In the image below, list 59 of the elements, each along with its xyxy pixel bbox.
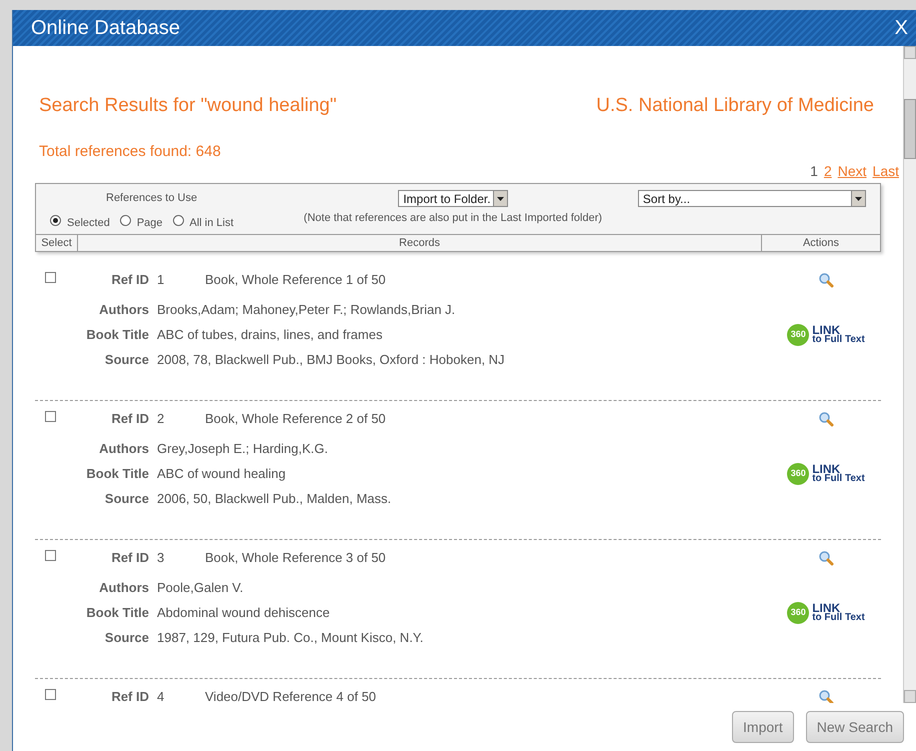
field-value: Grey,Joseph E.; Harding,K.G. xyxy=(157,440,328,458)
field-value: 2008, 78, Blackwell Pub., BMJ Books, Oxford : Hoboken, NJ xyxy=(157,350,505,369)
search-icon[interactable] xyxy=(818,550,834,566)
ref-id: 2 xyxy=(157,410,166,428)
caret-icon xyxy=(855,196,862,200)
reference-type: Video/DVD Reference 4 of 50 xyxy=(205,688,376,703)
field-value: Brooks,Adam; Mahoney,Peter F.; Rowlands,Brian J. xyxy=(157,300,456,319)
sort-dropdown[interactable]: Sort by... xyxy=(638,190,866,207)
field-label: Authors xyxy=(98,440,149,458)
close-button[interactable]: X xyxy=(894,13,908,43)
ref-id: 4 xyxy=(157,688,166,703)
search-icon[interactable] xyxy=(818,689,834,703)
action-button[interactable]: Import xyxy=(732,711,794,743)
column-header: Records xyxy=(78,235,762,251)
window-title: Online Database xyxy=(31,16,180,41)
column-header: Actions xyxy=(802,236,840,251)
results-heading: Search Results for "wound healing" xyxy=(39,94,337,118)
field-label: Source xyxy=(104,350,149,369)
field-label: Book Title xyxy=(85,464,149,483)
field-label: Ref ID xyxy=(110,549,149,568)
field-value: Poole,Galen V. xyxy=(157,578,244,597)
field-value: ABC of wound healing xyxy=(157,464,286,483)
reference-type: Book, Whole Reference 2 of 50 xyxy=(205,410,386,428)
reference-type: Book, Whole Reference 1 of 50 xyxy=(205,271,386,290)
ref-id: 1 xyxy=(157,271,166,290)
field-label: Authors xyxy=(98,578,149,597)
database-name: U.S. National Library of Medicine xyxy=(596,94,875,118)
field-value: ABC of tubes, drains, lines, and frames xyxy=(157,326,382,344)
column-header: Select xyxy=(36,235,78,251)
field-label: Source xyxy=(104,490,149,508)
field-label: Book Title xyxy=(85,604,149,622)
reference-type: Book, Whole Reference 3 of 50 xyxy=(205,549,386,568)
checkbox[interactable] xyxy=(45,272,56,283)
ref-id: 3 xyxy=(157,549,166,568)
total-count: Total references found: 648 xyxy=(39,142,221,160)
field-label: Ref ID xyxy=(110,271,149,290)
import-note: (Note that references are also put in the Last Imported folder) xyxy=(304,211,602,226)
radio-option[interactable]: Page xyxy=(120,210,163,231)
field-value: 2006, 50, Blackwell Pub., Malden, Mass. xyxy=(157,490,392,508)
field-label: Book Title xyxy=(85,326,149,344)
folder-dropdown[interactable]: Import to Folder. xyxy=(398,190,508,207)
field-label: Ref ID xyxy=(110,688,149,703)
field-label: Source xyxy=(104,628,149,647)
page-link[interactable]: 1 xyxy=(810,161,818,182)
references-label: References to Use xyxy=(106,191,198,206)
scrollbar[interactable] xyxy=(903,46,916,703)
search-icon[interactable] xyxy=(818,411,834,427)
radio-option[interactable]: Selected xyxy=(50,210,110,231)
field-value: Abdominal wound dehiscence xyxy=(157,604,330,622)
action-button[interactable]: New Search xyxy=(806,711,904,743)
field-label: Authors xyxy=(98,300,149,319)
caret-icon xyxy=(496,196,504,200)
field-label: Ref ID xyxy=(110,410,149,428)
radio-option[interactable]: All in List xyxy=(172,210,234,231)
checkbox[interactable] xyxy=(45,550,56,561)
search-icon[interactable] xyxy=(818,272,834,288)
checkbox[interactable] xyxy=(45,689,56,700)
field-value: 1987, 129, Futura Pub. Co., Mount Kisco, N.Y. xyxy=(157,628,424,647)
checkbox[interactable] xyxy=(45,411,56,422)
